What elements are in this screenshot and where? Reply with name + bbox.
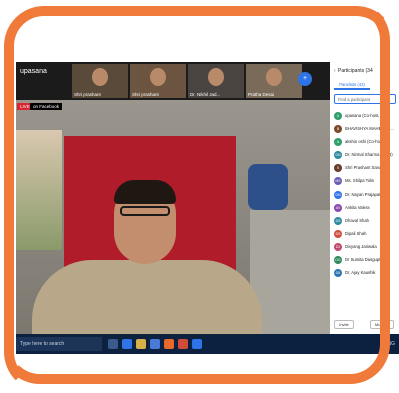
orange-frame-bottom-right	[0, 0, 390, 384]
